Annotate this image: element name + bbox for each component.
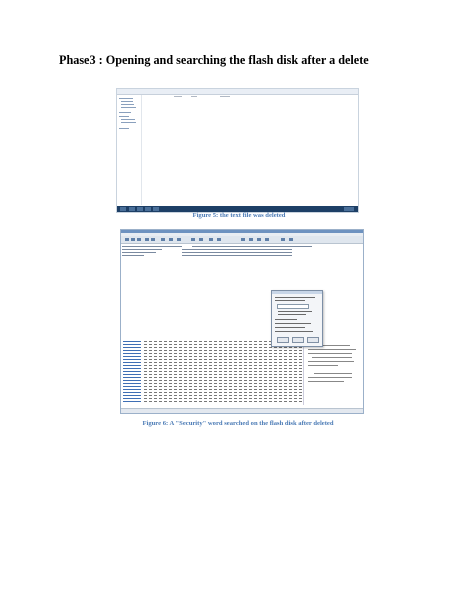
file-list [122,245,360,257]
figure-5-caption: Figure 5: the text file was deleted [192,212,286,219]
search-term-field [277,304,309,309]
figure-6-screenshot [120,229,364,414]
hex-view [122,339,304,405]
explorer-navigation-pane [117,95,142,205]
explorer-toolbar [117,89,358,95]
find-text-dialog [271,290,323,347]
find-ok-button [277,337,289,343]
figure-6-caption: Figure 6: A "Security" word searched on … [142,420,334,427]
text-view [303,339,362,405]
figure-5-screenshot [116,88,359,213]
find-cancel-button [292,337,304,343]
hex-editor-statusbar [121,408,363,413]
section-heading: Phase3 : Opening and searching the flash… [59,53,369,67]
find-help-button [307,337,319,343]
